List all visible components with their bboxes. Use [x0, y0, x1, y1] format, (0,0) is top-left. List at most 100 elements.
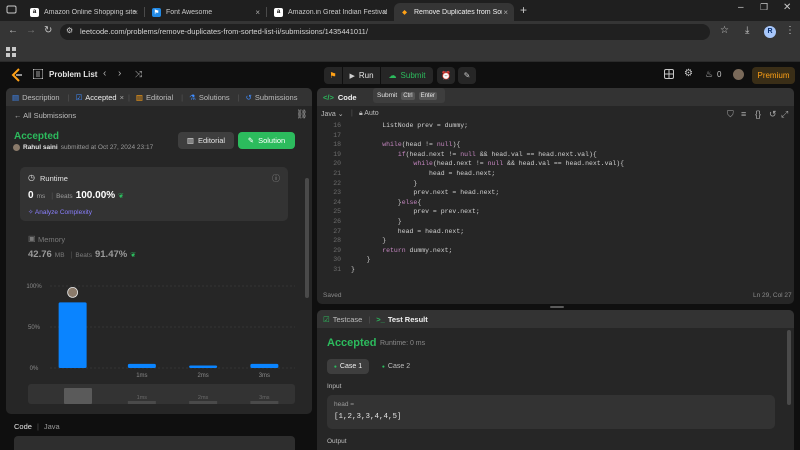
run-button[interactable]: ▶ Run: [343, 67, 380, 84]
expand-icon[interactable]: ⤢: [781, 109, 788, 120]
layout-icon[interactable]: [664, 69, 674, 81]
code-line[interactable]: 23 prev.next = head.next;: [317, 189, 499, 199]
browser-tab-amazon-festival[interactable]: a Amazon.in Great Indian Festival ×: [268, 3, 393, 21]
close-tab-icon[interactable]: ×: [382, 8, 387, 17]
close-tab-icon[interactable]: ×: [120, 93, 124, 102]
reload-icon[interactable]: ↻: [44, 25, 52, 36]
close-window-icon[interactable]: ✕: [783, 2, 791, 13]
chart-bar[interactable]: [250, 363, 279, 368]
code-line[interactable]: 20 while(head.next != null && head.val =…: [317, 160, 624, 170]
line-number: 19: [333, 150, 341, 158]
author-name[interactable]: Rahul saini: [23, 144, 58, 151]
timer-button[interactable]: ⏰: [437, 67, 455, 84]
line-text: }: [351, 218, 402, 225]
line-number: 28: [333, 237, 341, 245]
panel-resize-handle[interactable]: [550, 306, 564, 308]
download-icon[interactable]: ⤓: [745, 25, 749, 36]
browser-tab-leetcode[interactable]: ◆ Remove Duplicates from Sorte... ×: [394, 3, 514, 21]
browser-tab-font-awesome[interactable]: ⚑ Font Awesome ×: [146, 3, 266, 21]
prev-problem-icon[interactable]: ‹: [103, 68, 106, 79]
code-line[interactable]: 26 }: [317, 218, 402, 228]
code-line[interactable]: 21 head = head.next;: [317, 170, 495, 180]
back-icon[interactable]: ←: [8, 25, 18, 36]
chart-bar[interactable]: [189, 365, 218, 368]
settings-gear-icon[interactable]: ⚙: [684, 68, 693, 79]
play-icon: ▶: [349, 72, 355, 80]
analyze-complexity-link[interactable]: ✧ Analyze Complexity: [28, 208, 92, 216]
shuffle-icon[interactable]: ⤨: [135, 69, 142, 80]
chart-bar[interactable]: [58, 302, 87, 368]
tab-description[interactable]: ▤ Description: [12, 93, 60, 102]
browser-menu-icon[interactable]: ⋮: [785, 25, 795, 36]
apps-grid-icon[interactable]: [6, 47, 16, 59]
problem-list-icon[interactable]: [32, 68, 44, 81]
memory-stats[interactable]: 42.76 MB | Beats 91.47% ❦: [28, 249, 136, 260]
browser-tab-amazon[interactable]: a Amazon Online Shopping site ×: [24, 3, 144, 21]
forward-icon[interactable]: →: [26, 25, 36, 36]
code-line[interactable]: 28 }: [317, 237, 386, 247]
close-tab-icon[interactable]: ×: [503, 8, 508, 17]
code-line[interactable]: 29 return dummy.next;: [317, 247, 452, 257]
line-number: 22: [333, 179, 341, 187]
user-avatar[interactable]: [733, 69, 744, 80]
submit-tooltip: Submit Ctrl Enter: [373, 88, 445, 103]
result-tabs: ☑ Testcase | >_ Test Result: [317, 310, 794, 328]
profile-avatar[interactable]: R: [764, 26, 776, 38]
code-line[interactable]: 27 head = head.next;: [317, 228, 464, 238]
case-1-tab[interactable]: ● Case 1: [327, 359, 369, 374]
case-2-tab[interactable]: ● Case 2: [375, 359, 417, 374]
chart-bar[interactable]: [127, 363, 156, 368]
range-slider-thumb[interactable]: [64, 388, 92, 404]
editorial-button[interactable]: ▥ Editorial: [178, 132, 234, 149]
solution-button[interactable]: ✎ Solution: [238, 132, 295, 149]
bookmark-icon[interactable]: ⛉: [727, 109, 734, 120]
all-submissions-link[interactable]: ← All Submissions: [14, 111, 76, 120]
language-select[interactable]: Java ⌄: [321, 110, 344, 118]
premium-button[interactable]: Premium: [752, 67, 795, 84]
code-line[interactable]: 24 }else{: [317, 199, 421, 209]
format-code-icon[interactable]: ≡: [741, 109, 746, 119]
braces-icon[interactable]: {}: [755, 109, 761, 119]
url-field[interactable]: ⚙ leetcode.com/problems/remove-duplicate…: [60, 24, 710, 40]
minimize-icon[interactable]: –: [738, 2, 744, 13]
new-tab-icon[interactable]: +: [520, 3, 527, 17]
streak-fire-icon[interactable]: ♨: [705, 69, 713, 80]
left-scrollbar[interactable]: [305, 178, 309, 298]
check-icon: ☑: [75, 92, 83, 102]
code-line[interactable]: 18 while(head != null){: [317, 141, 460, 151]
reset-icon[interactable]: ↺: [769, 109, 777, 120]
code-line[interactable]: 17: [317, 132, 351, 142]
tab-submissions[interactable]: ↺ Submissions: [246, 93, 298, 102]
notes-button[interactable]: ✎: [458, 67, 476, 84]
tab-editorial[interactable]: ▥ Editorial: [136, 93, 173, 102]
code-area[interactable]: 16 ListNode prev = dummy; 17 18 while(head…: [317, 122, 794, 282]
tab-test-result[interactable]: >_ Test Result: [376, 315, 427, 324]
info-icon[interactable]: ⓘ: [272, 173, 280, 184]
submit-button[interactable]: ☁ Submit: [381, 67, 433, 84]
close-tab-icon[interactable]: ×: [133, 8, 138, 17]
code-line[interactable]: 19 if(head.next != null && head.val == h…: [317, 151, 597, 161]
share-link-icon[interactable]: ⛓: [296, 109, 307, 120]
checkbox-icon: ☑: [323, 314, 330, 324]
tab-search-icon[interactable]: [6, 4, 17, 18]
tab-solutions[interactable]: ⚗ Solutions: [189, 93, 230, 102]
tab-accepted[interactable]: ☑ Accepted ×: [76, 93, 124, 102]
runtime-distribution-chart[interactable]: 100% 50% 0% 1ms 2ms 3ms 1ms 2ms 3ms: [20, 278, 300, 408]
code-line[interactable]: 25 prev = prev.next;: [317, 208, 480, 218]
code-line[interactable]: 16 ListNode prev = dummy;: [317, 122, 468, 132]
site-info-icon[interactable]: ⚙: [66, 26, 73, 35]
auto-mode[interactable]: 🔒︎ Auto: [359, 110, 379, 118]
result-scrollbar[interactable]: [787, 330, 791, 405]
debug-button[interactable]: ⚑: [324, 67, 342, 84]
code-line[interactable]: 22 }: [317, 180, 417, 190]
tab-testcase[interactable]: ☑ Testcase: [323, 315, 362, 324]
code-line[interactable]: 30 }: [317, 256, 370, 266]
problem-list-link[interactable]: Problem List: [49, 70, 97, 79]
runtime-card[interactable]: ◷ Runtime ⓘ 0 ms | Beats 100.00% ❦ ✧ Ana…: [20, 167, 288, 221]
close-tab-icon[interactable]: ×: [255, 8, 260, 17]
next-problem-icon[interactable]: ›: [118, 68, 121, 79]
leetcode-logo-icon[interactable]: [11, 68, 23, 84]
restore-icon[interactable]: ❐: [760, 2, 768, 13]
bookmark-star-icon[interactable]: ☆: [720, 25, 729, 36]
code-line[interactable]: 31}: [317, 266, 355, 276]
